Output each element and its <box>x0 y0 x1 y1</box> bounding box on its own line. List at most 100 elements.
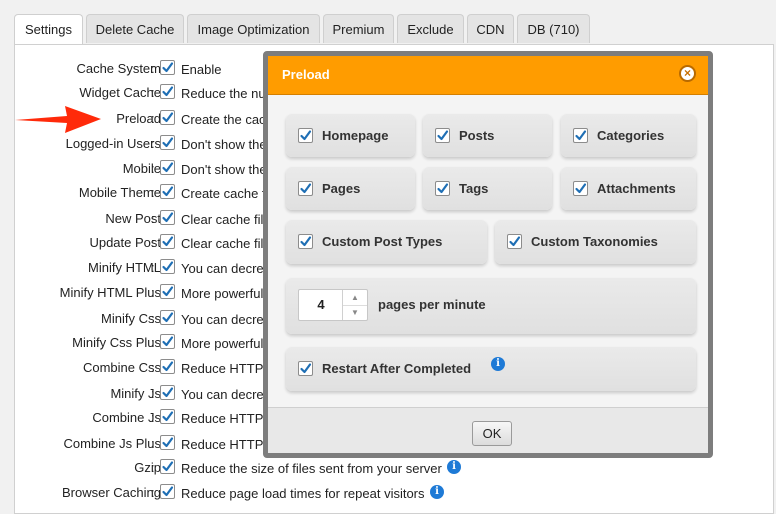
setting-description: Reduce the size of files sent from your … <box>181 461 442 476</box>
close-icon[interactable]: × <box>679 65 696 82</box>
info-icon[interactable]: i <box>430 485 444 499</box>
setting-label: Browser Caching <box>62 485 161 500</box>
option-label: Custom Post Types <box>322 234 443 249</box>
setting-checkbox[interactable] <box>160 459 175 474</box>
setting-description: Enable <box>181 62 222 77</box>
setting-checkbox[interactable] <box>160 160 175 175</box>
option-categories[interactable]: Categories <box>561 114 696 157</box>
settings-row: Browser Caching: Reduce page load times f… <box>15 483 775 505</box>
setting-checkbox[interactable] <box>160 110 175 125</box>
setting-label: Mobile <box>122 161 161 176</box>
setting-checkbox[interactable] <box>160 409 175 424</box>
preload-dialog: Preload × Homepage Posts Categories Pages Ta… <box>263 51 713 458</box>
setting-checkbox[interactable] <box>160 210 175 225</box>
setting-label: Mobile Theme <box>78 185 161 200</box>
setting-checkbox[interactable] <box>160 310 175 325</box>
option-label: Categories <box>597 128 665 143</box>
label-colon: : <box>151 235 155 250</box>
setting-description: Reduce HTTP r <box>181 437 272 452</box>
tab-exclude[interactable]: Exclude <box>397 14 464 43</box>
stepper-arrows: ▲ ▼ <box>342 290 367 320</box>
label-colon: : <box>151 311 155 326</box>
option-checkbox[interactable] <box>435 128 450 143</box>
setting-label: Logged-in Users <box>65 136 161 151</box>
setting-checkbox[interactable] <box>160 60 175 75</box>
tab-premium[interactable]: Premium <box>323 14 394 43</box>
setting-checkbox[interactable] <box>160 259 175 274</box>
label-colon: : <box>151 436 155 451</box>
label-colon: : <box>151 410 155 425</box>
option-checkbox[interactable] <box>435 181 450 196</box>
setting-checkbox[interactable] <box>160 234 175 249</box>
label-colon: : <box>151 460 155 475</box>
setting-description: Create the cach <box>181 112 273 127</box>
setting-checkbox[interactable] <box>160 385 175 400</box>
setting-checkbox[interactable] <box>160 135 175 150</box>
setting-label: Widget Cache <box>79 85 161 100</box>
label-colon: : <box>151 260 155 275</box>
ok-button[interactable]: OK <box>472 421 512 446</box>
option-restart-after-completed[interactable]: Restart After Completed i <box>286 347 696 391</box>
tab-image-optimization[interactable]: Image Optimization <box>187 14 320 43</box>
pages-per-minute-value[interactable]: 4 <box>299 290 343 320</box>
setting-checkbox[interactable] <box>160 484 175 499</box>
info-icon[interactable]: i <box>491 357 505 371</box>
option-checkbox[interactable] <box>298 128 313 143</box>
setting-description: Clear cache file <box>181 212 271 227</box>
option-label: Posts <box>459 128 495 143</box>
tab-cdn[interactable]: CDN <box>467 14 514 43</box>
setting-label: Cache System <box>76 61 161 76</box>
dialog-body: Homepage Posts Categories Pages Tags Attachme… <box>268 95 708 408</box>
setting-checkbox[interactable] <box>160 284 175 299</box>
tab-db[interactable]: DB (710) <box>517 14 590 43</box>
option-homepage[interactable]: Homepage <box>286 114 415 157</box>
setting-checkbox[interactable] <box>160 334 175 349</box>
setting-description: Don't show the <box>181 137 267 152</box>
setting-checkbox[interactable] <box>160 84 175 99</box>
setting-checkbox[interactable] <box>160 435 175 450</box>
tab-delete-cache[interactable]: Delete Cache <box>86 14 184 43</box>
pages-per-minute-label: pages per minute <box>378 297 486 312</box>
setting-label: Combine Js Plus <box>63 436 161 451</box>
pages-per-minute-stepper[interactable]: 4 ▲ ▼ <box>298 289 368 321</box>
label-colon: : <box>151 335 155 350</box>
label-colon: : <box>151 386 155 401</box>
tab-settings[interactable]: Settings <box>14 14 83 46</box>
label-colon: : <box>151 111 155 126</box>
option-label: Pages <box>322 181 361 196</box>
info-icon[interactable]: i <box>447 460 461 474</box>
setting-label: Minify Css Plus <box>72 335 161 350</box>
option-checkbox[interactable] <box>298 234 313 249</box>
option-checkbox[interactable] <box>573 128 588 143</box>
increment-icon[interactable]: ▲ <box>343 290 367 306</box>
option-custom-taxonomies[interactable]: Custom Taxonomies <box>495 220 696 264</box>
setting-checkbox[interactable] <box>160 359 175 374</box>
option-label: Homepage <box>322 128 389 143</box>
option-attachments[interactable]: Attachments <box>561 167 696 210</box>
dialog-footer: OK <box>268 408 708 453</box>
restart-checkbox[interactable] <box>298 361 313 376</box>
rate-box: 4 ▲ ▼ pages per minute <box>286 278 696 334</box>
option-posts[interactable]: Posts <box>423 114 552 157</box>
red-arrow-pointer <box>15 106 101 133</box>
option-label: Attachments <box>597 181 676 196</box>
settings-row: Gzip: Reduce the size of files sent from … <box>15 458 775 480</box>
setting-description: You can decrea <box>181 387 271 402</box>
setting-checkbox[interactable] <box>160 184 175 199</box>
label-colon: : <box>151 285 155 300</box>
option-label: Custom Taxonomies <box>531 234 658 249</box>
option-custom-post-types[interactable]: Custom Post Types <box>286 220 487 264</box>
setting-description: You can decrea <box>181 312 271 327</box>
dialog-header: Preload × <box>268 56 708 95</box>
label-colon: : <box>151 61 155 76</box>
setting-description: You can decrea <box>181 261 271 276</box>
option-checkbox[interactable] <box>573 181 588 196</box>
label-colon: : <box>151 485 155 500</box>
option-checkbox[interactable] <box>507 234 522 249</box>
option-tags[interactable]: Tags <box>423 167 552 210</box>
option-pages[interactable]: Pages <box>286 167 415 210</box>
dialog-title: Preload <box>282 67 330 82</box>
label-colon: : <box>151 136 155 151</box>
option-checkbox[interactable] <box>298 181 313 196</box>
decrement-icon[interactable]: ▼ <box>343 305 367 320</box>
